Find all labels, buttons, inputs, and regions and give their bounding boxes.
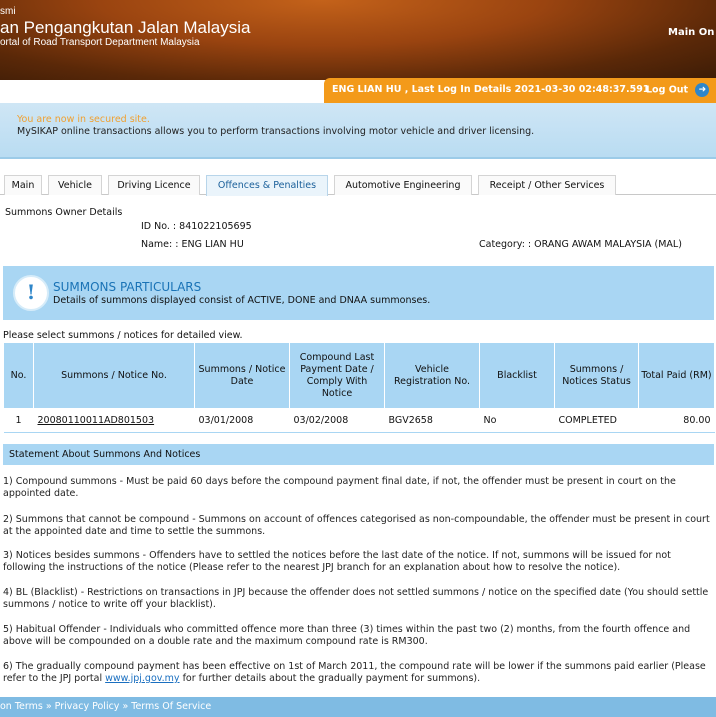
site-header: smi an Pengangkutan Jalan Malaysia ortal… — [0, 0, 716, 80]
arrow-right-icon: ➜ — [695, 83, 710, 97]
column-header: Blacklist — [479, 342, 555, 409]
tab-receipt-other-services[interactable]: Receipt / Other Services — [478, 175, 616, 195]
statement-header: Statement About Summons And Notices — [3, 444, 714, 465]
footer-links[interactable]: on Terms » Privacy Policy » Terms Of Ser… — [0, 701, 211, 712]
statement-item: 4) BL (Blacklist) - Restrictions on tran… — [3, 587, 709, 610]
user-bar: ENG LIAN HU , Last Log In Details 2021-0… — [324, 78, 716, 103]
site-footer: on Terms » Privacy Policy » Terms Of Ser… — [0, 697, 716, 717]
summons-particulars-panel: ! SUMMONS PARTICULARS Details of summons… — [3, 266, 714, 320]
logout-button[interactable]: Log Out ➜ — [646, 83, 710, 97]
secure-notice: You are now in secured site. — [17, 114, 150, 125]
particulars-title: SUMMONS PARTICULARS — [53, 280, 202, 294]
owner-name: Name: : ENG LIAN HU — [141, 239, 244, 250]
column-header: No. — [3, 342, 34, 409]
user-login-info: ENG LIAN HU , Last Log In Details 2021-0… — [332, 84, 650, 95]
tab-main[interactable]: Main — [4, 175, 42, 195]
table-header-row: No. Summons / Notice No. Summons / Notic… — [3, 342, 715, 409]
owner-id-number: ID No. : 841022105695 — [141, 221, 252, 232]
tab-driving-licence[interactable]: Driving Licence — [108, 175, 200, 195]
column-header: Total Paid (RM) — [638, 342, 715, 409]
tab-offences-penalties[interactable]: Offences & Penalties — [206, 175, 328, 196]
compound-last-payment-date: 03/02/2008 — [289, 408, 385, 433]
column-header: Vehicle Registration No. — [384, 342, 480, 409]
summons-number-link[interactable]: 20080110011AD801503 — [33, 408, 195, 433]
blacklist-status: No — [479, 408, 555, 433]
tab-automotive-engineering[interactable]: Automotive Engineering — [334, 175, 472, 195]
vehicle-registration: BGV2658 — [384, 408, 480, 433]
summons-date: 03/01/2008 — [194, 408, 290, 433]
statement-item: 5) Habitual Offender - Individuals who c… — [3, 624, 691, 647]
tab-vehicle[interactable]: Vehicle — [48, 175, 102, 195]
site-subtitle: ortal of Road Transport Department Malay… — [0, 37, 200, 48]
select-summons-note: Please select summons / notices for deta… — [3, 330, 243, 341]
header-small-text: smi — [0, 6, 16, 17]
row-number: 1 — [3, 408, 34, 433]
secure-site-banner: You are now in secured site. MySIKAP onl… — [0, 103, 716, 159]
column-header: Summons / Notice No. — [33, 342, 195, 409]
exclamation-icon: ! — [13, 275, 49, 311]
owner-category: Category: : ORANG AWAM MALAYSIA (MAL) — [479, 239, 682, 250]
column-header: Summons / Notices Status — [554, 342, 639, 409]
summons-status: COMPLETED — [554, 408, 639, 433]
secure-description: MySIKAP online transactions allows you t… — [17, 126, 535, 137]
statement-item: 2) Summons that cannot be compound - Sum… — [3, 514, 710, 537]
summons-table: No. Summons / Notice No. Summons / Notic… — [3, 342, 715, 433]
particulars-description: Details of summons displayed consist of … — [53, 295, 431, 306]
column-header: Compound Last Payment Date / Comply With… — [289, 342, 385, 409]
statement-item: 3) Notices besides summons - Offenders h… — [3, 550, 671, 573]
statement-item-text: for further details about the gradually … — [179, 673, 481, 684]
jpj-portal-link[interactable]: www.jpj.gov.my — [105, 673, 179, 684]
header-nav-main[interactable]: Main On — [668, 27, 714, 38]
table-row: 1 20080110011AD801503 03/01/2008 03/02/2… — [3, 408, 715, 433]
statement-item: 6) The gradually compound payment has be… — [3, 661, 711, 685]
logout-label: Log Out — [646, 84, 689, 96]
column-header: Summons / Notice Date — [194, 342, 290, 409]
summons-owner-label: Summons Owner Details — [5, 207, 123, 218]
site-title: an Pengangkutan Jalan Malaysia — [0, 18, 251, 37]
main-tabs: Main Vehicle Driving Licence Offences & … — [0, 173, 716, 196]
total-paid: 80.00 — [638, 408, 715, 433]
statement-item: 1) Compound summons - Must be paid 60 da… — [3, 476, 676, 499]
